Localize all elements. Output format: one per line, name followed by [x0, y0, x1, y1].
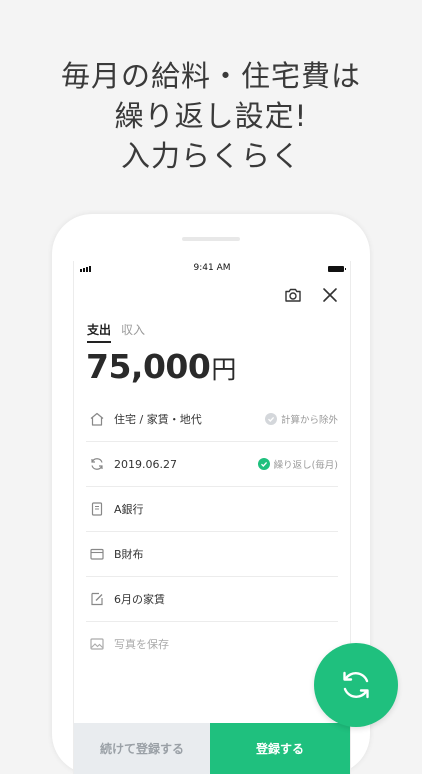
image-icon	[88, 635, 106, 653]
date-row[interactable]: 2019.06.27 繰り返し(毎月)	[86, 442, 338, 487]
category-text: 住宅 / 家賃・地代	[114, 413, 202, 426]
check-on-icon	[257, 458, 270, 470]
register-button[interactable]: 登録する	[210, 723, 350, 774]
status-time: 9:41 AM	[193, 263, 231, 273]
category-row[interactable]: 住宅 / 家賃・地代 計算から除外	[86, 397, 338, 442]
memo-row[interactable]: 6月の家賃	[86, 577, 338, 622]
action-bar: 続けて登録する 登録する	[74, 723, 350, 774]
check-off-icon	[264, 413, 277, 425]
tab-income[interactable]: 収入	[121, 321, 145, 343]
repeat-toggle[interactable]: 繰り返し(毎月)	[257, 457, 338, 471]
photo-row[interactable]: 写真を保存	[86, 622, 338, 666]
wallet-text: B財布	[114, 548, 144, 561]
camera-icon[interactable]	[283, 285, 303, 305]
bank-icon	[88, 500, 106, 518]
amount-value: 75,000	[86, 347, 211, 386]
wallet-row[interactable]: B財布	[86, 532, 338, 577]
close-icon[interactable]	[320, 285, 340, 305]
type-tabs: 支出 収入	[87, 321, 145, 343]
promo-headline: 毎月の給料・住宅費は 繰り返し設定! 入力らくらく	[0, 56, 422, 176]
continue-register-button[interactable]: 続けて登録する	[74, 723, 210, 774]
amount-unit: 円	[211, 355, 236, 384]
repeat-fab[interactable]	[314, 643, 398, 727]
headline-line-3: 入力らくらく	[120, 139, 301, 173]
battery-icon	[328, 266, 346, 272]
repeat-icon	[343, 671, 369, 699]
wallet-icon	[88, 545, 106, 563]
status-bar: 9:41 AM	[74, 261, 350, 277]
account-row[interactable]: A銀行	[86, 487, 338, 532]
house-icon	[88, 410, 106, 428]
amount-field[interactable]: 75,000円	[86, 347, 236, 386]
phone-screen: 9:41 AM 支出 収入 75,000円 住宅 / 家賃・地代 計算から除外 …	[73, 261, 351, 774]
pencil-icon	[88, 590, 106, 608]
exclude-label: 計算から除外	[280, 415, 338, 426]
tab-expense[interactable]: 支出	[87, 321, 112, 343]
account-text: A銀行	[114, 503, 144, 516]
exclude-toggle[interactable]: 計算から除外	[264, 412, 338, 426]
date-text: 2019.06.27	[114, 457, 177, 471]
repeat-label: 繰り返し(毎月)	[273, 460, 338, 471]
entry-form: 住宅 / 家賃・地代 計算から除外 2019.06.27 繰り返し(毎月) A銀…	[74, 397, 350, 666]
photo-placeholder: 写真を保存	[114, 638, 169, 651]
headline-line-2: 繰り返し設定!	[114, 99, 308, 133]
repeat-icon	[88, 455, 106, 473]
memo-text: 6月の家賃	[114, 593, 165, 606]
phone-speaker	[182, 237, 240, 241]
headline-line-1: 毎月の給料・住宅費は	[60, 59, 361, 93]
